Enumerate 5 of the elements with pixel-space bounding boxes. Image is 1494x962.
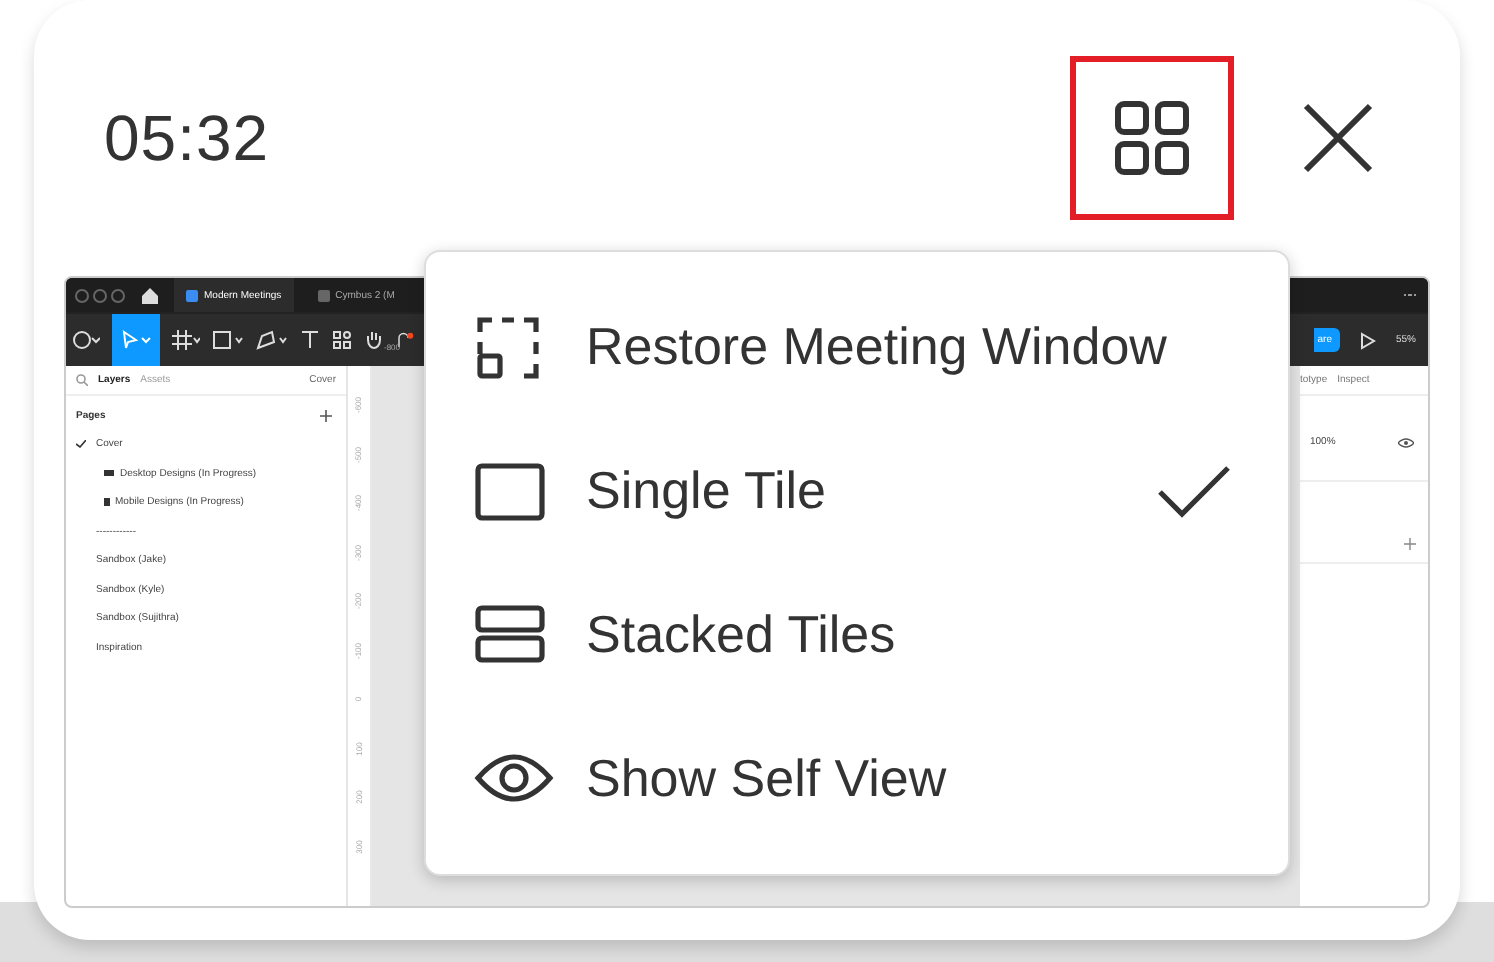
call-timer: 05:32 [104, 101, 270, 175]
menu-item[interactable]: Stacked Tiles [426, 574, 1288, 695]
menu-item[interactable]: Restore Meeting Window [426, 287, 1288, 408]
menu-item[interactable]: Show Self View [426, 718, 1288, 839]
menu-item[interactable]: Single Tile [426, 431, 1288, 552]
